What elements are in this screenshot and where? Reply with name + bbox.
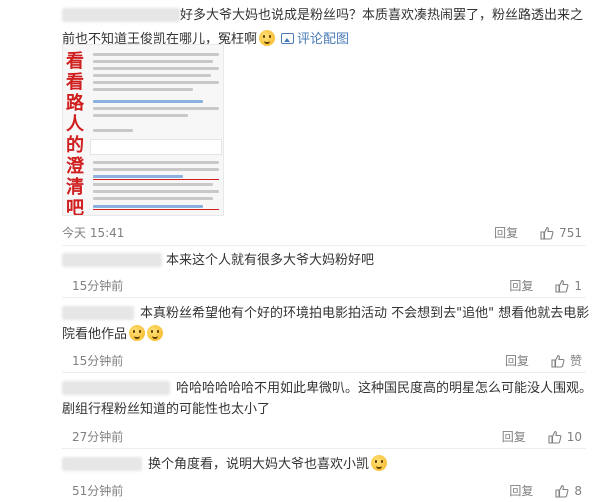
reply-text: 本来这个人就有很多大爷大妈粉好吧: [166, 253, 375, 268]
reply-actions: 回复 1: [509, 277, 582, 294]
reply-text: 哈哈哈哈哈哈不用如此卑微叭。这种国民度高的明星怎么可能没人围观。剧组行程粉丝知道…: [62, 381, 593, 417]
like-count: 赞: [569, 354, 582, 368]
image-title-char: 吧: [66, 198, 84, 216]
thumb-up-icon: [548, 430, 562, 444]
like-count: 751: [559, 225, 582, 240]
reply-button[interactable]: 回复: [494, 224, 518, 241]
reply-time: 15分钟前: [72, 279, 124, 293]
reply-time: 27分钟前: [72, 430, 124, 444]
reply-item: 换个角度看，说明大妈大爷也喜欢小凯: [62, 454, 592, 475]
reply-actions: 回复 赞: [505, 352, 582, 369]
reply-button[interactable]: 回复: [505, 352, 529, 369]
emoji-icon: [371, 455, 388, 471]
image-title-vertical: 看看路人的澄清吧: [66, 51, 86, 216]
thumb-up-icon: [555, 279, 569, 293]
image-title-char: 路: [66, 93, 84, 114]
like-count: 1: [574, 278, 582, 293]
reply-item: 本来这个人就有很多大爷大妈粉好吧: [62, 250, 592, 271]
like-button[interactable]: 赞: [551, 352, 582, 369]
image-inner-card: [90, 139, 222, 155]
image-title-char: 人: [66, 114, 84, 135]
thumb-up-icon: [551, 354, 565, 368]
comment-image[interactable]: 看看路人的澄清吧: [62, 44, 224, 216]
reply-time: 51分钟前: [72, 484, 124, 498]
image-title-char: 澄: [66, 156, 84, 177]
view-image-link[interactable]: 评论配图: [281, 32, 349, 47]
reply-item: 本真粉丝希望他有个好的环境拍电影拍活动 不会想到去"追他" 想看他就去电影院看他…: [62, 303, 592, 345]
like-button[interactable]: 751: [540, 226, 582, 240]
emoji-icon: [147, 325, 164, 341]
reply-button[interactable]: 回复: [509, 277, 533, 294]
emoji-icon: [129, 325, 146, 341]
reply-text: 换个角度看，说明大妈大爷也喜欢小凯: [148, 457, 370, 472]
image-icon: [281, 33, 295, 44]
image-title-char: 清: [66, 177, 84, 198]
main-comment-actions: 回复 751: [494, 224, 582, 241]
reply-button[interactable]: 回复: [502, 428, 526, 445]
reply-actions: 回复 8: [509, 482, 582, 499]
main-comment-time: 今天 15:41: [62, 226, 125, 240]
like-count: 8: [574, 483, 582, 498]
reply-item: 哈哈哈哈哈哈不用如此卑微叭。这种国民度高的明星怎么可能没人围观。剧组行程粉丝知道…: [62, 378, 592, 420]
thumb-up-icon: [540, 226, 554, 240]
reply-actions: 回复 10: [502, 428, 582, 445]
like-button[interactable]: 1: [555, 279, 582, 293]
like-button[interactable]: 8: [555, 484, 582, 498]
reply-time: 15分钟前: [72, 354, 124, 368]
thumb-up-icon: [555, 484, 569, 498]
emoji-icon: [259, 30, 276, 46]
image-title-char: 的: [66, 135, 84, 156]
like-count: 10: [566, 429, 582, 444]
image-title-char: 看: [66, 72, 84, 93]
image-title-char: 看: [66, 51, 84, 72]
reply-button[interactable]: 回复: [509, 482, 533, 499]
like-button[interactable]: 10: [548, 430, 582, 444]
